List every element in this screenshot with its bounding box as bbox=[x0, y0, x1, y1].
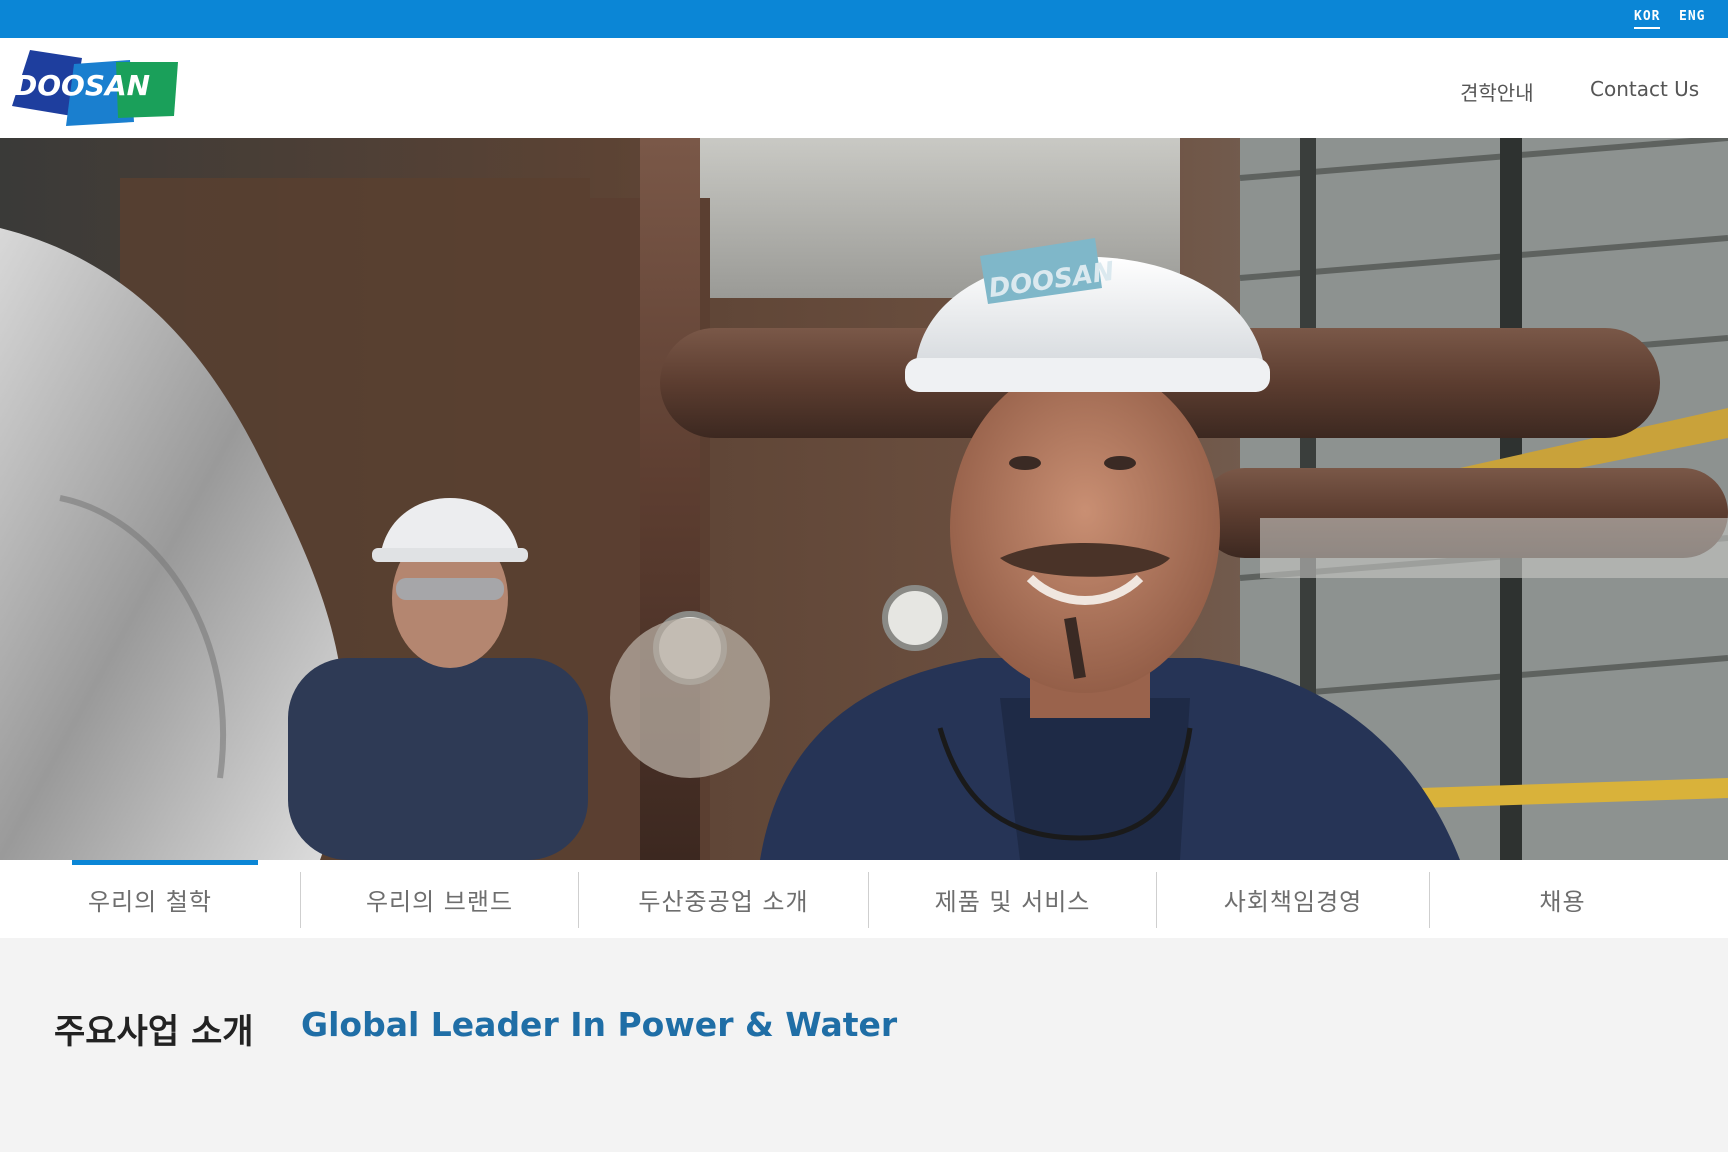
tab-company-intro[interactable]: 두산중공업 소개 bbox=[579, 860, 868, 938]
site-header: DOOSAN 견학안내 Contact Us bbox=[0, 38, 1728, 138]
tab-csr[interactable]: 사회책임경영 bbox=[1157, 860, 1429, 938]
doosan-logo[interactable]: DOOSAN bbox=[10, 50, 178, 126]
tab-brand[interactable]: 우리의 브랜드 bbox=[301, 860, 578, 938]
doosan-logo-icon: DOOSAN bbox=[12, 50, 178, 126]
tab-careers[interactable]: 채용 bbox=[1430, 860, 1695, 938]
tab-philosophy[interactable]: 우리의 철학 bbox=[0, 860, 300, 938]
section-title: 주요사업 소개 bbox=[54, 1012, 254, 1052]
nav-contact-link[interactable]: Contact Us bbox=[1590, 77, 1699, 101]
nav-tour-link[interactable]: 견학안내 bbox=[1460, 77, 1534, 106]
logo-wordmark: DOOSAN bbox=[14, 69, 150, 102]
lang-eng-link[interactable]: ENG bbox=[1679, 9, 1705, 24]
hero-image: DOOSAN bbox=[0, 138, 1728, 860]
main-nav-tabs: 우리의 철학 우리의 브랜드 두산중공업 소개 제품 및 서비스 사회책임경영 … bbox=[0, 860, 1728, 938]
business-intro-section: 주요사업 소개 Global Leader In Power & Water bbox=[0, 938, 1728, 1152]
lang-kor-link[interactable]: KOR bbox=[1634, 9, 1661, 29]
top-utility-bar: KOR ENG bbox=[0, 0, 1728, 38]
section-tagline: Global Leader In Power & Water bbox=[301, 1005, 898, 1044]
tab-products-services[interactable]: 제품 및 서비스 bbox=[869, 860, 1156, 938]
factory-workers-photo: DOOSAN bbox=[0, 138, 1728, 860]
